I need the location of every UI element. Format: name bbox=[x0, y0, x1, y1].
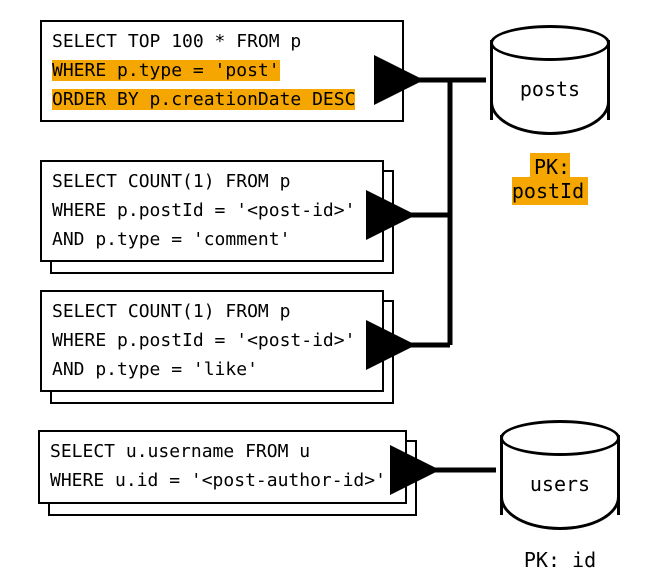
db-users: users bbox=[500, 420, 620, 530]
query-line: AND p.type = 'like' bbox=[52, 356, 372, 385]
query-line: SELECT COUNT(1) FROM p bbox=[52, 168, 372, 197]
query-3: SELECT COUNT(1) FROM p WHERE p.postId = … bbox=[40, 290, 384, 392]
db-posts: posts bbox=[490, 25, 610, 135]
query-line: WHERE p.postId = '<post-id>' bbox=[52, 197, 372, 226]
pk-users: PK: id bbox=[500, 548, 620, 572]
query-line: SELECT u.username FROM u bbox=[50, 438, 395, 467]
query-line: SELECT TOP 100 * FROM p bbox=[52, 28, 392, 57]
query-1: SELECT TOP 100 * FROM p WHERE p.type = '… bbox=[40, 20, 404, 122]
query-line: WHERE u.id = '<post-author-id>' bbox=[50, 467, 395, 496]
diagram-canvas: SELECT TOP 100 * FROM p WHERE p.type = '… bbox=[0, 0, 661, 581]
query-2: SELECT COUNT(1) FROM p WHERE p.postId = … bbox=[40, 160, 384, 262]
query-4: SELECT u.username FROM u WHERE u.id = '<… bbox=[38, 430, 407, 504]
query-line: AND p.type = 'comment' bbox=[52, 226, 372, 255]
query-line: WHERE p.postId = '<post-id>' bbox=[52, 327, 372, 356]
pk-label: PK: postId bbox=[512, 153, 588, 205]
pk-label: PK: id bbox=[524, 548, 596, 572]
db-label: users bbox=[500, 472, 620, 496]
db-label: posts bbox=[490, 77, 610, 101]
query-line-hl: ORDER BY p.creationDate DESC bbox=[52, 89, 355, 110]
query-line-hl: WHERE p.type = 'post' bbox=[52, 60, 280, 81]
query-line: SELECT COUNT(1) FROM p bbox=[52, 298, 372, 327]
pk-posts: PK: postId bbox=[490, 155, 610, 203]
